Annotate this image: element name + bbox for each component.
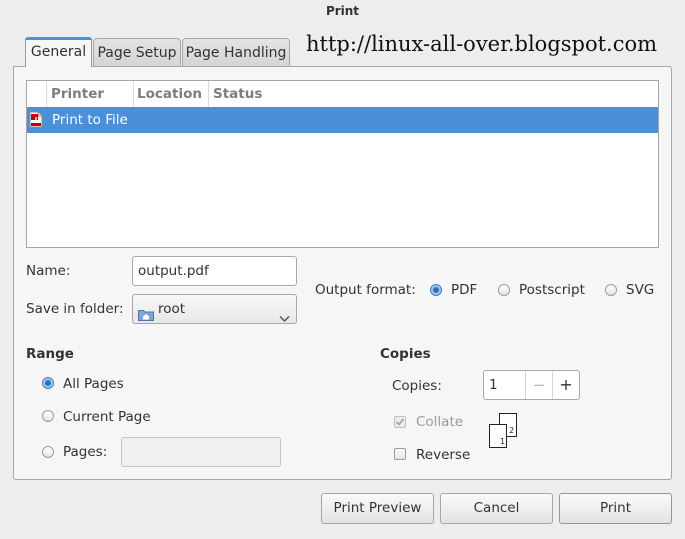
copies-label: Copies: — [392, 378, 442, 394]
collate-page-number-1: 1 — [500, 437, 506, 446]
column-separator — [208, 81, 209, 107]
range-all-pages-radio[interactable] — [42, 377, 54, 389]
window-title: Print — [325, 4, 360, 18]
watermark-url: http://linux-all-over.blogspot.com — [306, 32, 658, 56]
save-in-folder-label: Save in folder: — [26, 301, 124, 317]
cancel-button[interactable]: Cancel — [440, 493, 553, 524]
folder-value: root — [158, 301, 186, 317]
folder-combo[interactable]: root — [132, 294, 297, 324]
increment-button[interactable]: + — [553, 371, 579, 399]
pages-input[interactable] — [121, 437, 281, 467]
range-current-page-label[interactable]: Current Page — [63, 409, 151, 425]
column-header-status[interactable]: Status — [213, 81, 262, 107]
reverse-label[interactable]: Reverse — [416, 447, 470, 463]
collate-label[interactable]: Collate — [416, 414, 463, 430]
print-button[interactable]: Print — [559, 493, 672, 524]
checkmark-icon — [395, 418, 405, 426]
column-header-location[interactable]: Location — [137, 81, 202, 107]
decrement-button[interactable]: − — [526, 371, 552, 399]
tab-page-setup-label: Page Setup — [97, 45, 177, 61]
tab-general[interactable]: General — [25, 37, 92, 67]
format-pdf-label[interactable]: PDF — [451, 282, 477, 298]
range-pages-radio[interactable] — [42, 446, 54, 458]
format-svg-label[interactable]: SVG — [626, 282, 654, 298]
tab-general-label: General — [30, 44, 87, 60]
range-heading: Range — [26, 346, 74, 362]
chevron-down-icon — [279, 305, 290, 333]
copies-spinbutton[interactable]: 1 − + — [483, 370, 580, 400]
tab-page-handling[interactable]: Page Handling — [182, 38, 290, 67]
copies-heading: Copies — [380, 346, 431, 362]
pdf-file-icon — [29, 111, 43, 128]
column-header-printer[interactable]: Printer — [51, 81, 104, 107]
format-pdf-radio[interactable] — [430, 284, 442, 296]
home-folder-icon — [138, 303, 154, 321]
file-name-input[interactable]: output.pdf — [132, 256, 297, 286]
printer-name: Print to File — [52, 112, 128, 128]
active-tab-indicator — [25, 37, 92, 40]
format-postscript-radio[interactable] — [498, 284, 510, 296]
collate-checkbox[interactable] — [394, 416, 406, 428]
range-pages-label[interactable]: Pages: — [63, 444, 107, 460]
name-label: Name: — [26, 263, 71, 279]
output-format-label: Output format: — [315, 282, 416, 298]
format-svg-radio[interactable] — [605, 284, 617, 296]
collate-page-number-2: 2 — [509, 426, 515, 435]
range-all-pages-label[interactable]: All Pages — [63, 376, 124, 392]
collate-preview-icon: 2 1 — [488, 412, 520, 450]
range-current-page-radio[interactable] — [42, 410, 54, 422]
copies-value: 1 — [489, 377, 498, 393]
column-separator — [46, 81, 47, 107]
reverse-checkbox[interactable] — [394, 448, 406, 460]
collate-page-front: 1 — [489, 424, 507, 448]
format-postscript-label[interactable]: Postscript — [519, 282, 585, 298]
print-preview-button[interactable]: Print Preview — [321, 493, 434, 524]
column-separator — [133, 81, 134, 107]
printer-row-print-to-file[interactable]: Print to File — [27, 107, 658, 133]
tab-page-setup[interactable]: Page Setup — [93, 38, 181, 67]
printer-list[interactable] — [26, 80, 659, 248]
tab-page-handling-label: Page Handling — [185, 45, 287, 61]
